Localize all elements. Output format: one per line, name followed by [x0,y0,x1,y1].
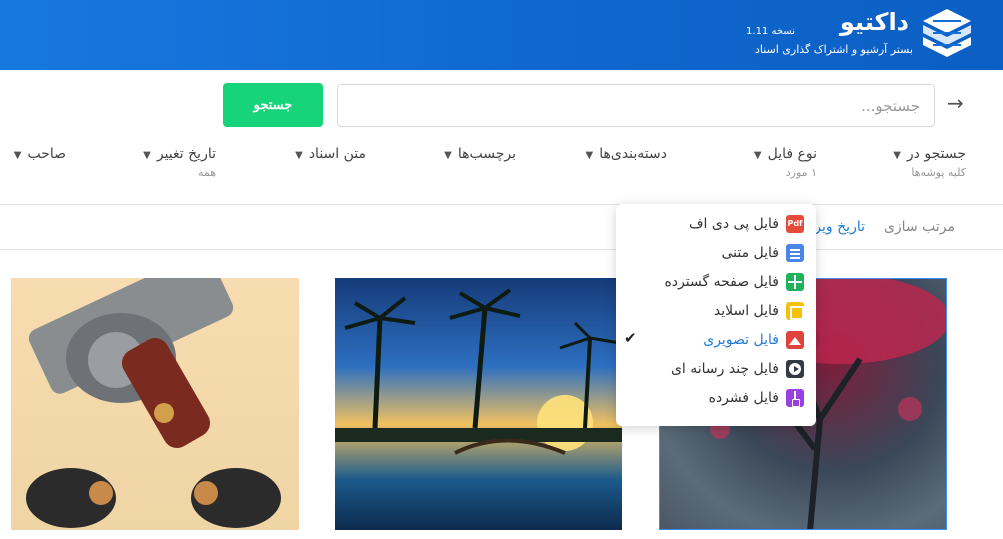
filter-label: برچسب‌ها [457,146,516,162]
pdf-icon: Pdf [786,215,804,233]
menu-item-label: فایل تصویری [703,332,779,348]
menu-item-multimedia[interactable]: فایل چند رسانه ای [671,357,804,381]
caret-down-icon: ▼ [295,150,303,161]
filter-document-text[interactable]: متن اسناد ▼ [295,146,366,162]
caret-down-icon: ▼ [444,150,452,161]
menu-item-label: فایل پی دی اف [689,216,779,232]
spreadsheet-icon [786,273,804,291]
result-card-revolver[interactable] [11,278,299,530]
menu-item-slides[interactable]: فایل اسلاید [714,299,804,323]
document-icon [786,244,804,262]
checkmark-icon: ✔ [624,329,637,347]
slides-icon [786,302,804,320]
filter-label: جستجو در [906,146,966,162]
caret-down-icon: ▼ [893,150,901,161]
menu-item-label: فایل صفحه گسترده [664,274,779,290]
menu-item-image[interactable]: فایل تصویری [703,328,804,352]
menu-item-label: فایل اسلاید [713,303,779,319]
stack-logo-icon[interactable] [921,7,973,63]
arrow-right-icon[interactable]: → [947,92,969,114]
caret-down-icon: ▼ [13,150,22,161]
revolver-photo [26,278,281,528]
menu-item-label: فایل چند رسانه ای [670,361,779,377]
sort-field-link[interactable]: تاریخ ویرا [810,219,865,235]
menu-item-spreadsheet[interactable]: فایل صفحه گسترده [664,270,804,294]
filter-file-type[interactable]: نوع فایل ▼ ۱ مورد [754,146,817,179]
palm-sunset-photo [335,288,622,455]
file-type-dropdown: Pdf فایل پی دی اف فایل متنی فایل صفحه گس… [616,204,816,426]
app-header: داکتیو نسخه 1.11 بستر آرشیو و اشتراک گذا… [0,0,1003,70]
menu-item-label: فایل متنی [721,245,779,261]
menu-item-text[interactable]: فایل متنی [721,241,804,265]
caret-down-icon: ▼ [585,150,594,161]
filter-label: دسته‌بندی‌ها [599,146,667,162]
filter-label: صاحب [27,146,66,162]
filter-label: تاریخ تغییر [156,146,216,162]
brand-tagline: بستر آرشیو و اشتراک گذاری اسناد [754,43,913,56]
filter-search-in[interactable]: جستجو در ▼ کلیه پوشه‌ها [893,146,966,179]
filter-owner[interactable]: صاحب ▼ [14,146,66,162]
filter-value: ۱ مورد [785,166,817,179]
filter-modified-date[interactable]: تاریخ تغییر ▼ همه [143,146,216,179]
sort-label: مرتب سازی [883,219,955,235]
divider [0,204,1003,205]
version-label: نسخه 1.11 [746,26,795,37]
brand-name: داکتیو [839,8,909,36]
filter-categories[interactable]: دسته‌بندی‌ها ▼ [586,146,667,162]
divider [0,249,1003,250]
search-input[interactable] [338,85,934,126]
filter-label: نوع فایل [767,146,817,162]
media-icon [786,360,804,378]
image-icon [786,331,804,349]
filter-label: متن اسناد [308,146,366,162]
search-button[interactable]: جستجو [223,83,323,127]
filter-tags[interactable]: برچسب‌ها ▼ [444,146,516,162]
zip-icon [786,389,804,407]
search-box [337,84,935,127]
caret-down-icon: ▼ [143,150,151,161]
menu-item-label: فایل فشرده [708,390,779,406]
result-card-palm-sunset[interactable] [335,278,622,530]
caret-down-icon: ▼ [753,150,762,161]
filter-value: همه [197,166,216,179]
filter-value: کلیه پوشه‌ها [911,166,966,179]
menu-item-pdf[interactable]: Pdf فایل پی دی اف [689,212,804,236]
menu-item-compressed[interactable]: فایل فشرده [709,386,804,410]
